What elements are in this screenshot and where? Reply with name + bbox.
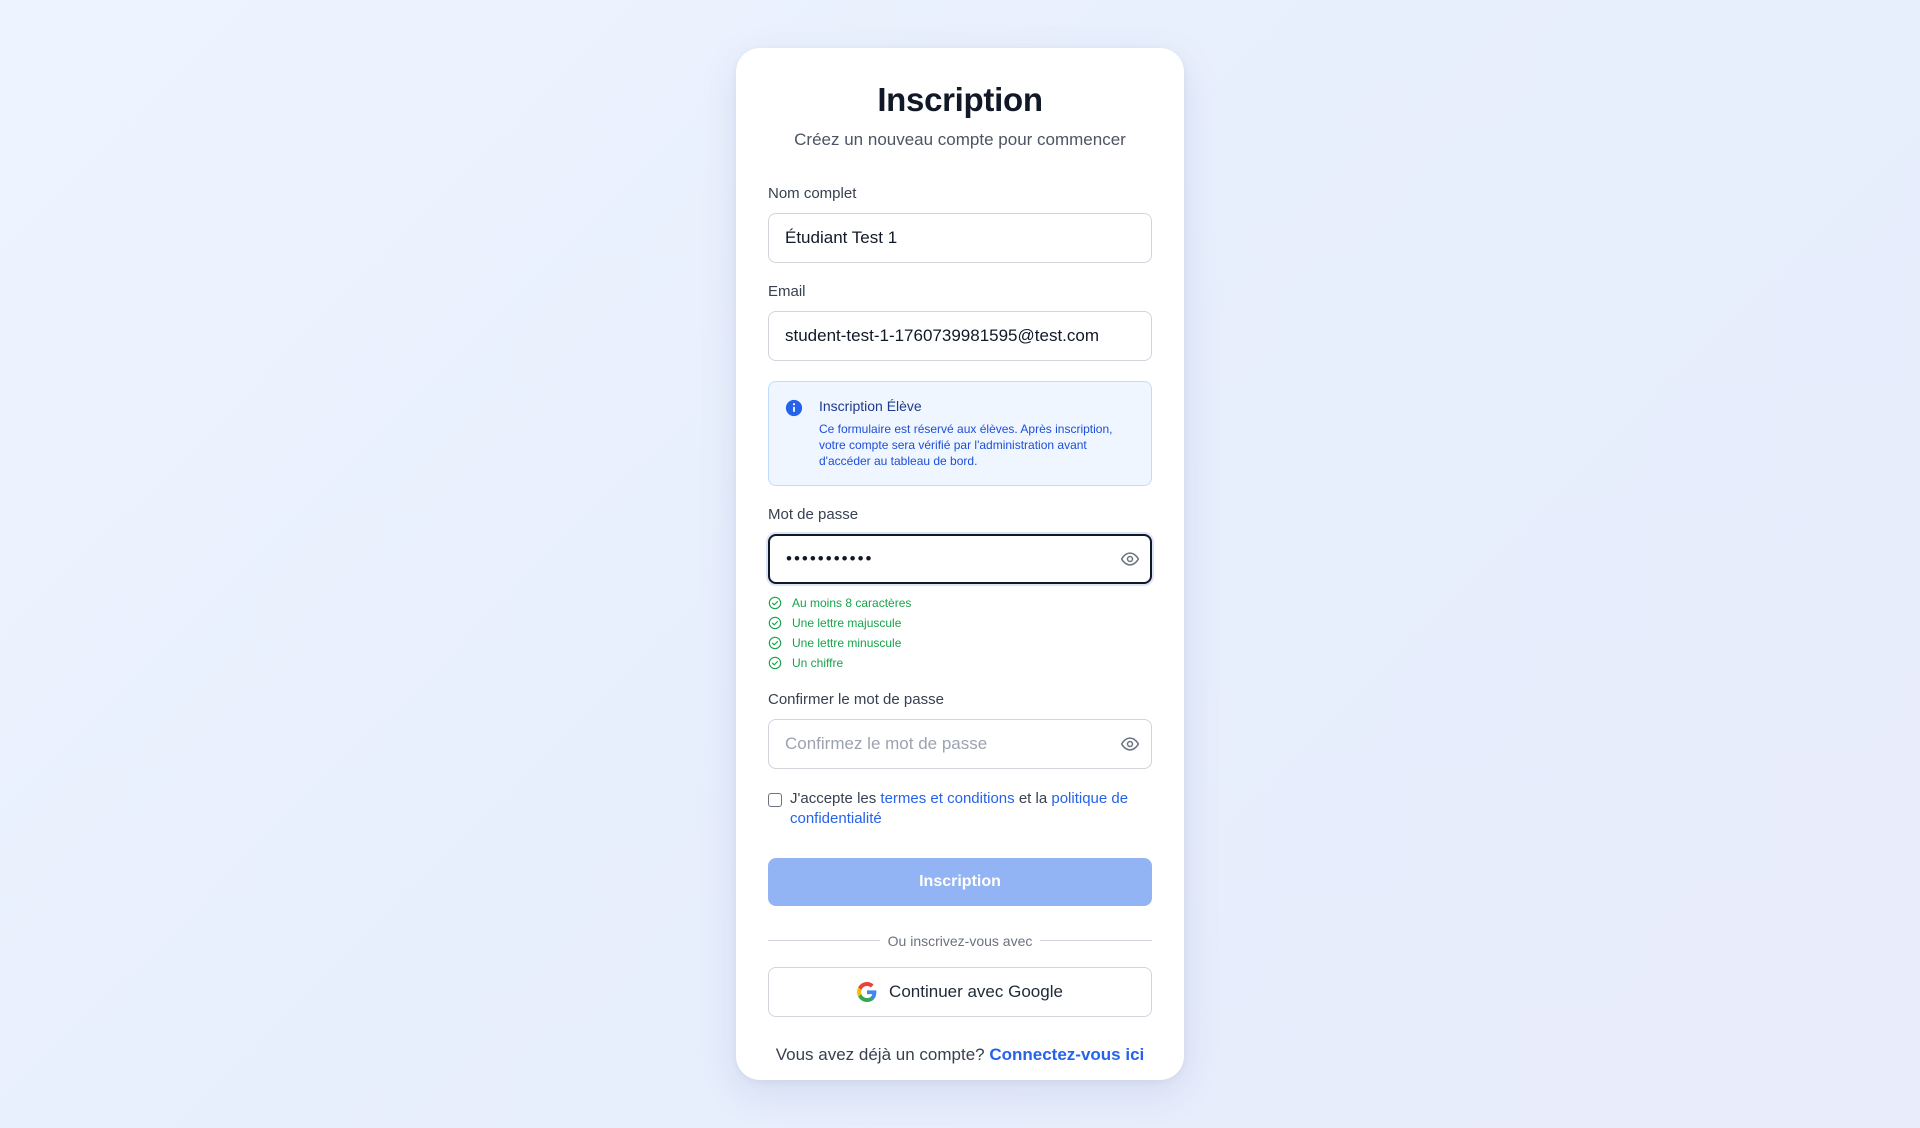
info-text: Ce formulaire est réservé aux élèves. Ap…: [819, 421, 1113, 468]
requirement-item: Au moins 8 caractères: [768, 593, 1152, 613]
email-input[interactable]: [768, 310, 1152, 361]
login-link[interactable]: Connectez-vous ici: [989, 1045, 1144, 1064]
requirement-text: Un chiffre: [792, 655, 844, 670]
divider-text: Ou inscrivez-vous avec: [887, 932, 1033, 949]
requirement-text: Au moins 8 caractères: [792, 595, 912, 610]
footer-text: Vous avez déjà un compte?: [775, 1044, 985, 1064]
signup-button[interactable]: Inscription: [768, 857, 1152, 906]
confirm-password-input[interactable]: [768, 718, 1152, 769]
check-circle-icon: [768, 656, 782, 669]
info-circle-icon: [785, 399, 803, 416]
google-icon: [857, 981, 877, 1002]
terms-text: J'accepte les termes et conditions et la…: [790, 789, 1152, 829]
eye-icon[interactable]: [1120, 734, 1140, 754]
eye-icon[interactable]: [1120, 549, 1140, 569]
confirm-password-label: Confirmer le mot de passe: [768, 690, 944, 708]
check-circle-icon: [768, 616, 782, 629]
terms-row: J'accepte les termes et conditions et la…: [768, 789, 1152, 829]
student-info-box: Inscription Élève Ce formulaire est rése…: [768, 380, 1152, 486]
page-title: Inscription: [877, 81, 1043, 118]
password-group: Mot de passe Au moins 8 caractères Une l…: [768, 506, 1152, 673]
name-label: Nom complet: [768, 184, 857, 202]
google-signup-button[interactable]: Continuer avec Google: [768, 966, 1152, 1017]
requirement-text: Une lettre minuscule: [792, 635, 902, 650]
check-circle-icon: [768, 636, 782, 649]
google-button-label: Continuer avec Google: [889, 981, 1063, 1001]
page-subtitle: Créez un nouveau compte pour commencer: [794, 129, 1126, 149]
terms-middle: et la: [1018, 789, 1048, 807]
divider-line: [1040, 940, 1152, 942]
requirement-item: Un chiffre: [768, 653, 1152, 673]
name-group: Nom complet: [768, 185, 1152, 263]
check-circle-icon: [768, 596, 782, 609]
login-footer: Vous avez déjà un compte? Connectez-vous…: [768, 1045, 1152, 1065]
email-group: Email: [768, 283, 1152, 361]
social-divider: Ou inscrivez-vous avec: [768, 933, 1152, 949]
terms-checkbox[interactable]: [768, 792, 782, 807]
terms-prefix: J'accepte les: [790, 789, 877, 807]
password-label: Mot de passe: [768, 505, 859, 523]
requirement-item: Une lettre minuscule: [768, 633, 1152, 653]
name-input[interactable]: [768, 212, 1152, 263]
divider-line: [768, 940, 880, 942]
requirement-text: Une lettre majuscule: [792, 615, 902, 630]
info-title: Inscription Élève: [819, 397, 922, 414]
confirm-password-group: Confirmer le mot de passe: [768, 691, 1152, 769]
terms-link[interactable]: termes et conditions: [880, 790, 1014, 807]
email-label: Email: [768, 282, 806, 300]
signup-card: Inscription Créez un nouveau compte pour…: [736, 48, 1184, 1080]
password-input[interactable]: [768, 533, 1152, 584]
requirement-item: Une lettre majuscule: [768, 613, 1152, 633]
password-requirements: Au moins 8 caractères Une lettre majuscu…: [768, 593, 1152, 673]
